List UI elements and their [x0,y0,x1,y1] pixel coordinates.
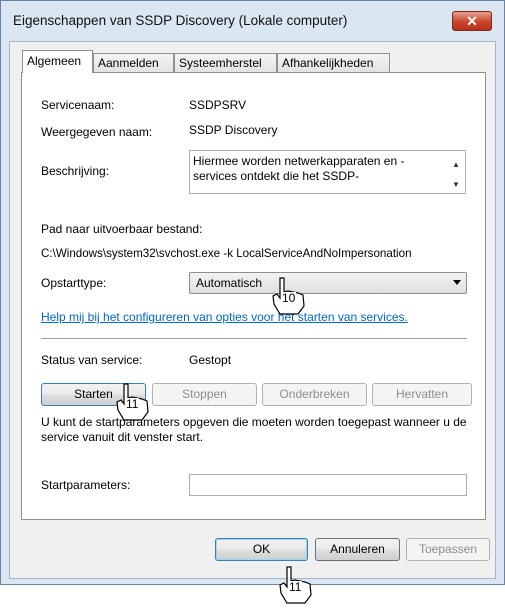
tab-afhankelijkheden[interactable]: Afhankelijkheden [277,53,390,72]
chevron-down-icon [453,280,461,285]
scroll-down-icon[interactable]: ▼ [452,177,460,192]
service-name-value: SSDPSRV [189,98,247,112]
callout-number: 11 [288,580,303,594]
close-button[interactable]: ✕ [452,11,492,31]
window-title: Eigenschappen van SSDP Discovery (Lokale… [13,13,348,28]
pause-button[interactable]: Onderbreken [262,383,367,406]
cancel-button[interactable]: Annuleren [315,538,400,561]
service-name-label: Servicenaam: [41,98,115,112]
description-text: Hiermee worden netwerkapparaten en -serv… [193,154,405,183]
startup-type-value: Automatisch [196,276,263,290]
scroll-up-icon[interactable]: ▲ [452,157,460,172]
callout-number: 10 [281,291,297,305]
status-label: Status van service: [41,353,143,367]
start-params-label: Startparameters: [41,478,131,492]
resume-button[interactable]: Hervatten [372,383,472,406]
divider [41,338,467,340]
startup-type-select[interactable]: Automatisch [189,272,467,294]
status-value: Gestopt [189,353,232,367]
callout-ok-button: 11 [275,565,319,605]
callout-startup-type: 10 [268,276,312,316]
tab-aanmelden[interactable]: Aanmelden [93,53,174,72]
path-label: Pad naar uitvoerbaar bestand: [41,222,203,236]
callout-start-button: 11 [112,382,156,422]
dialog-client-area: Algemeen Aanmelden Systeemherstel Afhank… [9,41,496,579]
display-name-value: SSDP Discovery [189,123,278,137]
path-value: C:\Windows\system32\svchost.exe -k Local… [41,247,412,260]
description-label: Beschrijving: [41,164,110,178]
description-scrollbar[interactable]: ▲ ▼ [448,151,465,193]
description-box[interactable]: Hiermee worden netwerkapparaten en -serv… [189,150,466,194]
title-bar[interactable]: Eigenschappen van SSDP Discovery (Lokale… [1,1,504,41]
start-params-note: U kunt de startparameters opgeven die mo… [41,415,467,444]
apply-button[interactable]: Toepassen [406,538,490,561]
display-name-label: Weergegeven naam: [41,125,153,139]
stop-button[interactable]: Stoppen [152,383,257,406]
start-params-input[interactable] [189,474,467,496]
properties-dialog: Eigenschappen van SSDP Discovery (Lokale… [0,0,505,585]
ok-button[interactable]: OK [215,538,308,561]
tab-algemeen[interactable]: Algemeen [22,50,93,73]
close-icon: ✕ [466,13,478,29]
tab-systeemherstel[interactable]: Systeemherstel [174,53,277,72]
callout-number: 11 [125,397,140,411]
startup-type-label: Opstarttype: [41,276,107,290]
general-tab-panel: Servicenaam: SSDPSRV Weergegeven naam: S… [21,72,486,520]
help-link[interactable]: Help mij bij het configureren van opties… [41,310,408,324]
